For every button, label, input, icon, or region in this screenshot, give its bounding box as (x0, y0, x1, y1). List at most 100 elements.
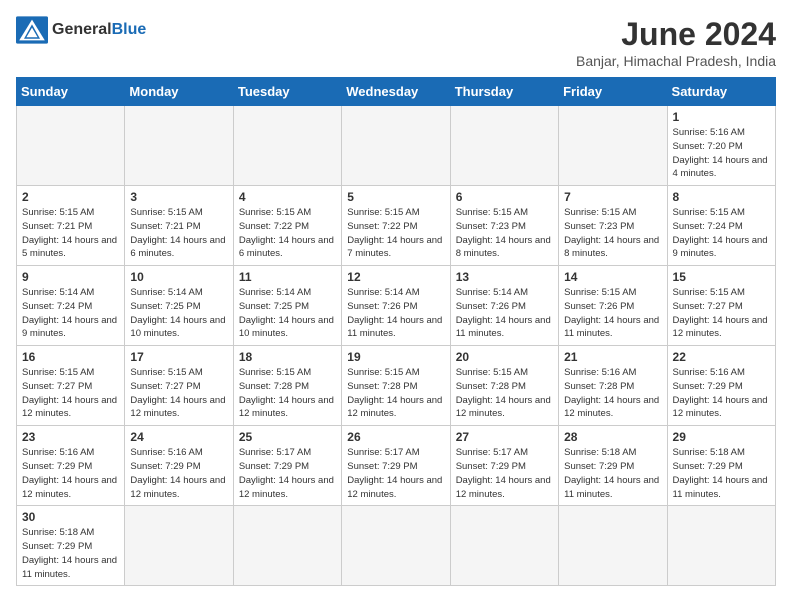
day-info: Sunrise: 5:14 AM Sunset: 7:25 PM Dayligh… (239, 286, 336, 341)
day-cell: 8 Sunrise: 5:15 AM Sunset: 7:24 PM Dayli… (667, 186, 775, 266)
day-cell: 1 Sunrise: 5:16 AM Sunset: 7:20 PM Dayli… (667, 106, 775, 186)
day-cell: 28 Sunrise: 5:18 AM Sunset: 7:29 PM Dayl… (559, 426, 667, 506)
day-cell: 2 Sunrise: 5:15 AM Sunset: 7:21 PM Dayli… (17, 186, 125, 266)
day-info: Sunrise: 5:15 AM Sunset: 7:28 PM Dayligh… (239, 366, 336, 421)
day-info: Sunrise: 5:17 AM Sunset: 7:29 PM Dayligh… (347, 446, 444, 501)
day-number: 15 (673, 270, 770, 284)
day-cell: 30 Sunrise: 5:18 AM Sunset: 7:29 PM Dayl… (17, 506, 125, 586)
day-cell (233, 106, 341, 186)
day-number: 4 (239, 190, 336, 204)
logo: GeneralBlue (16, 16, 146, 44)
week-row-6: 30 Sunrise: 5:18 AM Sunset: 7:29 PM Dayl… (17, 506, 776, 586)
day-info: Sunrise: 5:16 AM Sunset: 7:20 PM Dayligh… (673, 126, 770, 181)
week-row-3: 9 Sunrise: 5:14 AM Sunset: 7:24 PM Dayli… (17, 266, 776, 346)
day-info: Sunrise: 5:15 AM Sunset: 7:27 PM Dayligh… (673, 286, 770, 341)
day-cell (125, 106, 233, 186)
day-info: Sunrise: 5:14 AM Sunset: 7:25 PM Dayligh… (130, 286, 227, 341)
day-cell: 17 Sunrise: 5:15 AM Sunset: 7:27 PM Dayl… (125, 346, 233, 426)
title-block: June 2024 Banjar, Himachal Pradesh, Indi… (576, 16, 776, 69)
day-info: Sunrise: 5:15 AM Sunset: 7:21 PM Dayligh… (130, 206, 227, 261)
day-info: Sunrise: 5:16 AM Sunset: 7:29 PM Dayligh… (22, 446, 119, 501)
day-info: Sunrise: 5:15 AM Sunset: 7:23 PM Dayligh… (456, 206, 553, 261)
day-cell: 13 Sunrise: 5:14 AM Sunset: 7:26 PM Dayl… (450, 266, 558, 346)
day-cell (342, 506, 450, 586)
day-cell: 26 Sunrise: 5:17 AM Sunset: 7:29 PM Dayl… (342, 426, 450, 506)
day-cell: 5 Sunrise: 5:15 AM Sunset: 7:22 PM Dayli… (342, 186, 450, 266)
header-day-sunday: Sunday (17, 78, 125, 106)
day-cell: 22 Sunrise: 5:16 AM Sunset: 7:29 PM Dayl… (667, 346, 775, 426)
day-info: Sunrise: 5:15 AM Sunset: 7:28 PM Dayligh… (456, 366, 553, 421)
header-day-tuesday: Tuesday (233, 78, 341, 106)
day-cell (342, 106, 450, 186)
day-cell: 10 Sunrise: 5:14 AM Sunset: 7:25 PM Dayl… (125, 266, 233, 346)
day-info: Sunrise: 5:15 AM Sunset: 7:22 PM Dayligh… (347, 206, 444, 261)
day-cell (17, 106, 125, 186)
day-number: 13 (456, 270, 553, 284)
day-info: Sunrise: 5:15 AM Sunset: 7:24 PM Dayligh… (673, 206, 770, 261)
day-cell: 19 Sunrise: 5:15 AM Sunset: 7:28 PM Dayl… (342, 346, 450, 426)
day-cell: 16 Sunrise: 5:15 AM Sunset: 7:27 PM Dayl… (17, 346, 125, 426)
day-info: Sunrise: 5:16 AM Sunset: 7:28 PM Dayligh… (564, 366, 661, 421)
logo-text: GeneralBlue (52, 21, 146, 39)
day-cell: 25 Sunrise: 5:17 AM Sunset: 7:29 PM Dayl… (233, 426, 341, 506)
day-number: 28 (564, 430, 661, 444)
day-info: Sunrise: 5:18 AM Sunset: 7:29 PM Dayligh… (564, 446, 661, 501)
week-row-1: 1 Sunrise: 5:16 AM Sunset: 7:20 PM Dayli… (17, 106, 776, 186)
day-number: 6 (456, 190, 553, 204)
day-number: 30 (22, 510, 119, 524)
day-cell: 14 Sunrise: 5:15 AM Sunset: 7:26 PM Dayl… (559, 266, 667, 346)
day-cell: 27 Sunrise: 5:17 AM Sunset: 7:29 PM Dayl… (450, 426, 558, 506)
day-cell: 11 Sunrise: 5:14 AM Sunset: 7:25 PM Dayl… (233, 266, 341, 346)
day-cell (667, 506, 775, 586)
header-day-friday: Friday (559, 78, 667, 106)
header: GeneralBlue June 2024 Banjar, Himachal P… (16, 16, 776, 69)
header-row: SundayMondayTuesdayWednesdayThursdayFrid… (17, 78, 776, 106)
day-number: 25 (239, 430, 336, 444)
day-cell: 18 Sunrise: 5:15 AM Sunset: 7:28 PM Dayl… (233, 346, 341, 426)
day-number: 10 (130, 270, 227, 284)
header-day-thursday: Thursday (450, 78, 558, 106)
day-number: 27 (456, 430, 553, 444)
day-number: 3 (130, 190, 227, 204)
header-day-saturday: Saturday (667, 78, 775, 106)
day-number: 2 (22, 190, 119, 204)
day-cell: 9 Sunrise: 5:14 AM Sunset: 7:24 PM Dayli… (17, 266, 125, 346)
day-info: Sunrise: 5:15 AM Sunset: 7:28 PM Dayligh… (347, 366, 444, 421)
day-cell: 24 Sunrise: 5:16 AM Sunset: 7:29 PM Dayl… (125, 426, 233, 506)
day-info: Sunrise: 5:15 AM Sunset: 7:26 PM Dayligh… (564, 286, 661, 341)
calendar-table: SundayMondayTuesdayWednesdayThursdayFrid… (16, 77, 776, 586)
day-info: Sunrise: 5:16 AM Sunset: 7:29 PM Dayligh… (673, 366, 770, 421)
day-info: Sunrise: 5:14 AM Sunset: 7:26 PM Dayligh… (347, 286, 444, 341)
day-cell (233, 506, 341, 586)
day-cell: 15 Sunrise: 5:15 AM Sunset: 7:27 PM Dayl… (667, 266, 775, 346)
day-number: 24 (130, 430, 227, 444)
day-info: Sunrise: 5:15 AM Sunset: 7:22 PM Dayligh… (239, 206, 336, 261)
day-cell: 6 Sunrise: 5:15 AM Sunset: 7:23 PM Dayli… (450, 186, 558, 266)
day-number: 21 (564, 350, 661, 364)
day-number: 1 (673, 110, 770, 124)
day-cell: 29 Sunrise: 5:18 AM Sunset: 7:29 PM Dayl… (667, 426, 775, 506)
day-info: Sunrise: 5:17 AM Sunset: 7:29 PM Dayligh… (456, 446, 553, 501)
day-cell (559, 106, 667, 186)
day-info: Sunrise: 5:18 AM Sunset: 7:29 PM Dayligh… (673, 446, 770, 501)
day-number: 7 (564, 190, 661, 204)
week-row-5: 23 Sunrise: 5:16 AM Sunset: 7:29 PM Dayl… (17, 426, 776, 506)
day-info: Sunrise: 5:15 AM Sunset: 7:23 PM Dayligh… (564, 206, 661, 261)
day-number: 22 (673, 350, 770, 364)
day-number: 17 (130, 350, 227, 364)
day-info: Sunrise: 5:14 AM Sunset: 7:26 PM Dayligh… (456, 286, 553, 341)
header-day-wednesday: Wednesday (342, 78, 450, 106)
day-info: Sunrise: 5:15 AM Sunset: 7:27 PM Dayligh… (130, 366, 227, 421)
day-number: 14 (564, 270, 661, 284)
day-number: 5 (347, 190, 444, 204)
week-row-4: 16 Sunrise: 5:15 AM Sunset: 7:27 PM Dayl… (17, 346, 776, 426)
day-number: 12 (347, 270, 444, 284)
day-cell: 12 Sunrise: 5:14 AM Sunset: 7:26 PM Dayl… (342, 266, 450, 346)
week-row-2: 2 Sunrise: 5:15 AM Sunset: 7:21 PM Dayli… (17, 186, 776, 266)
header-day-monday: Monday (125, 78, 233, 106)
day-number: 23 (22, 430, 119, 444)
day-info: Sunrise: 5:15 AM Sunset: 7:21 PM Dayligh… (22, 206, 119, 261)
day-cell: 23 Sunrise: 5:16 AM Sunset: 7:29 PM Dayl… (17, 426, 125, 506)
day-number: 20 (456, 350, 553, 364)
day-number: 19 (347, 350, 444, 364)
